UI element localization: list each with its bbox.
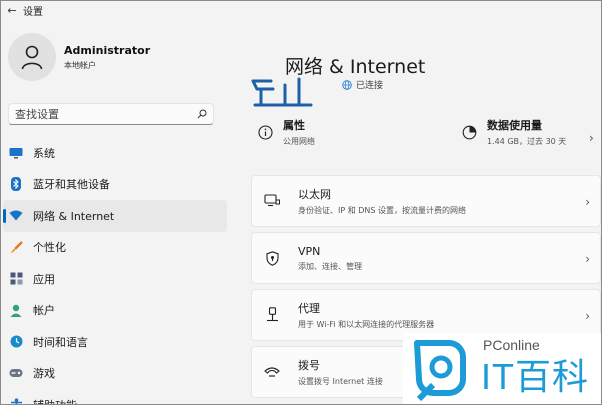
sidebar-item-label: 系统 bbox=[33, 146, 55, 160]
sidebar-item-label: 帐户 bbox=[33, 304, 55, 318]
page-title: 网络 & Internet bbox=[285, 56, 426, 78]
data-usage-subtitle: 1.44 GB，过去 30 天 bbox=[487, 137, 567, 146]
gamepad-icon bbox=[9, 366, 23, 380]
ethernet-icon bbox=[264, 193, 280, 209]
card-subtitle: 添加、连接、管理 bbox=[298, 261, 362, 271]
sidebar-item-network[interactable]: 网络 & Internet bbox=[3, 200, 227, 232]
chevron-right-icon: › bbox=[585, 252, 590, 266]
sidebar-item-label: 个性化 bbox=[33, 241, 66, 255]
status-text: 已连接 bbox=[356, 81, 384, 91]
network-summary: 属性 公用网络 数据使用量 1.44 GB，过去 30 天 › bbox=[251, 117, 601, 157]
sidebar-item-label: 应用 bbox=[33, 272, 55, 286]
title-bar: ← 设置 bbox=[1, 1, 601, 19]
globe-clock-icon bbox=[9, 335, 23, 349]
user-profile[interactable]: Administrator 本地帐户 bbox=[8, 33, 150, 81]
card-subtitle: 设置拨号 Internet 连接 bbox=[298, 377, 383, 386]
dialup-icon bbox=[264, 364, 280, 380]
sidebar-item-label: 游戏 bbox=[33, 367, 55, 381]
accessibility-icon bbox=[9, 398, 23, 404]
chevron-right-icon: › bbox=[585, 195, 590, 209]
data-usage-link[interactable]: 数据使用量 1.44 GB，过去 30 天 bbox=[461, 117, 566, 147]
sidebar-item-label: 时间和语言 bbox=[33, 335, 88, 349]
proxy-icon bbox=[264, 307, 280, 323]
pconline-logo-icon bbox=[414, 340, 466, 401]
sidebar-item-label: 蓝牙和其他设备 bbox=[33, 178, 110, 192]
watermark-brand: PConline bbox=[483, 337, 540, 353]
sidebar-item-time-language[interactable]: 时间和语言 bbox=[3, 326, 227, 358]
sidebar-item-label: 网络 & Internet bbox=[33, 209, 115, 223]
ethernet-card[interactable]: 以太网 身份验证、IP 和 DNS 设置，按流量计费的网络 › bbox=[251, 175, 601, 227]
person-icon bbox=[9, 303, 23, 317]
card-title: 拨号 bbox=[298, 359, 320, 372]
bluetooth-icon bbox=[9, 177, 23, 192]
window-title: 设置 bbox=[23, 6, 43, 18]
sidebar-item-apps[interactable]: 应用 bbox=[3, 263, 227, 295]
sidebar-item-accounts[interactable]: 帐户 bbox=[3, 295, 227, 327]
properties-link[interactable]: 属性 公用网络 bbox=[257, 117, 315, 147]
card-title: 代理 bbox=[298, 302, 320, 315]
globe-icon bbox=[342, 79, 352, 90]
search-input[interactable] bbox=[15, 107, 197, 121]
sidebar-item-label: 辅助功能 bbox=[33, 397, 77, 404]
chevron-right-icon[interactable]: › bbox=[589, 131, 594, 145]
card-subtitle: 身份验证、IP 和 DNS 设置，按流量计费的网络 bbox=[298, 206, 467, 215]
sidebar-item-system[interactable]: 系统 bbox=[3, 137, 227, 169]
search-box[interactable] bbox=[8, 103, 214, 125]
pconline-watermark: PConline IT百科 bbox=[403, 333, 601, 404]
sidebar-item-accessibility[interactable]: 辅助功能 bbox=[3, 389, 227, 404]
person-icon bbox=[21, 45, 43, 70]
data-usage-title: 数据使用量 bbox=[487, 119, 542, 132]
watermark-name: IT百科 bbox=[481, 356, 589, 397]
settings-window: ← 设置 Administrator 本地帐户 系统 bbox=[0, 0, 602, 405]
avatar bbox=[8, 33, 56, 81]
handwritten-mark-icon bbox=[251, 77, 313, 107]
back-button[interactable]: ← bbox=[1, 4, 23, 17]
sidebar-item-personalization[interactable]: 个性化 bbox=[3, 232, 227, 264]
pie-chart-icon bbox=[461, 124, 477, 140]
sidebar-item-bluetooth[interactable]: 蓝牙和其他设备 bbox=[3, 169, 227, 201]
monitor-icon bbox=[9, 146, 23, 160]
chevron-right-icon: › bbox=[585, 309, 590, 323]
wifi-icon bbox=[9, 209, 23, 223]
connection-status: 已连接 bbox=[342, 78, 383, 91]
account-type: 本地帐户 bbox=[64, 60, 96, 70]
brush-icon bbox=[9, 240, 23, 254]
apps-icon bbox=[9, 272, 23, 286]
shield-icon bbox=[264, 250, 280, 266]
sidebar-nav: 系统 蓝牙和其他设备 网络 & Internet 个性化 应用 帐户 时间和语言… bbox=[1, 137, 229, 404]
properties-title: 属性 bbox=[283, 119, 305, 132]
card-title: 以太网 bbox=[298, 188, 331, 201]
vpn-card[interactable]: VPN 添加、连接、管理 › bbox=[251, 232, 601, 284]
card-title: VPN bbox=[298, 244, 321, 258]
properties-subtitle: 公用网络 bbox=[283, 137, 315, 146]
user-name: Administrator bbox=[64, 43, 151, 57]
sidebar-item-gaming[interactable]: 游戏 bbox=[3, 358, 227, 390]
card-subtitle: 用于 Wi-Fi 和以太网连接的代理服务器 bbox=[298, 320, 435, 329]
search-icon[interactable] bbox=[197, 109, 207, 119]
info-icon bbox=[257, 124, 273, 140]
